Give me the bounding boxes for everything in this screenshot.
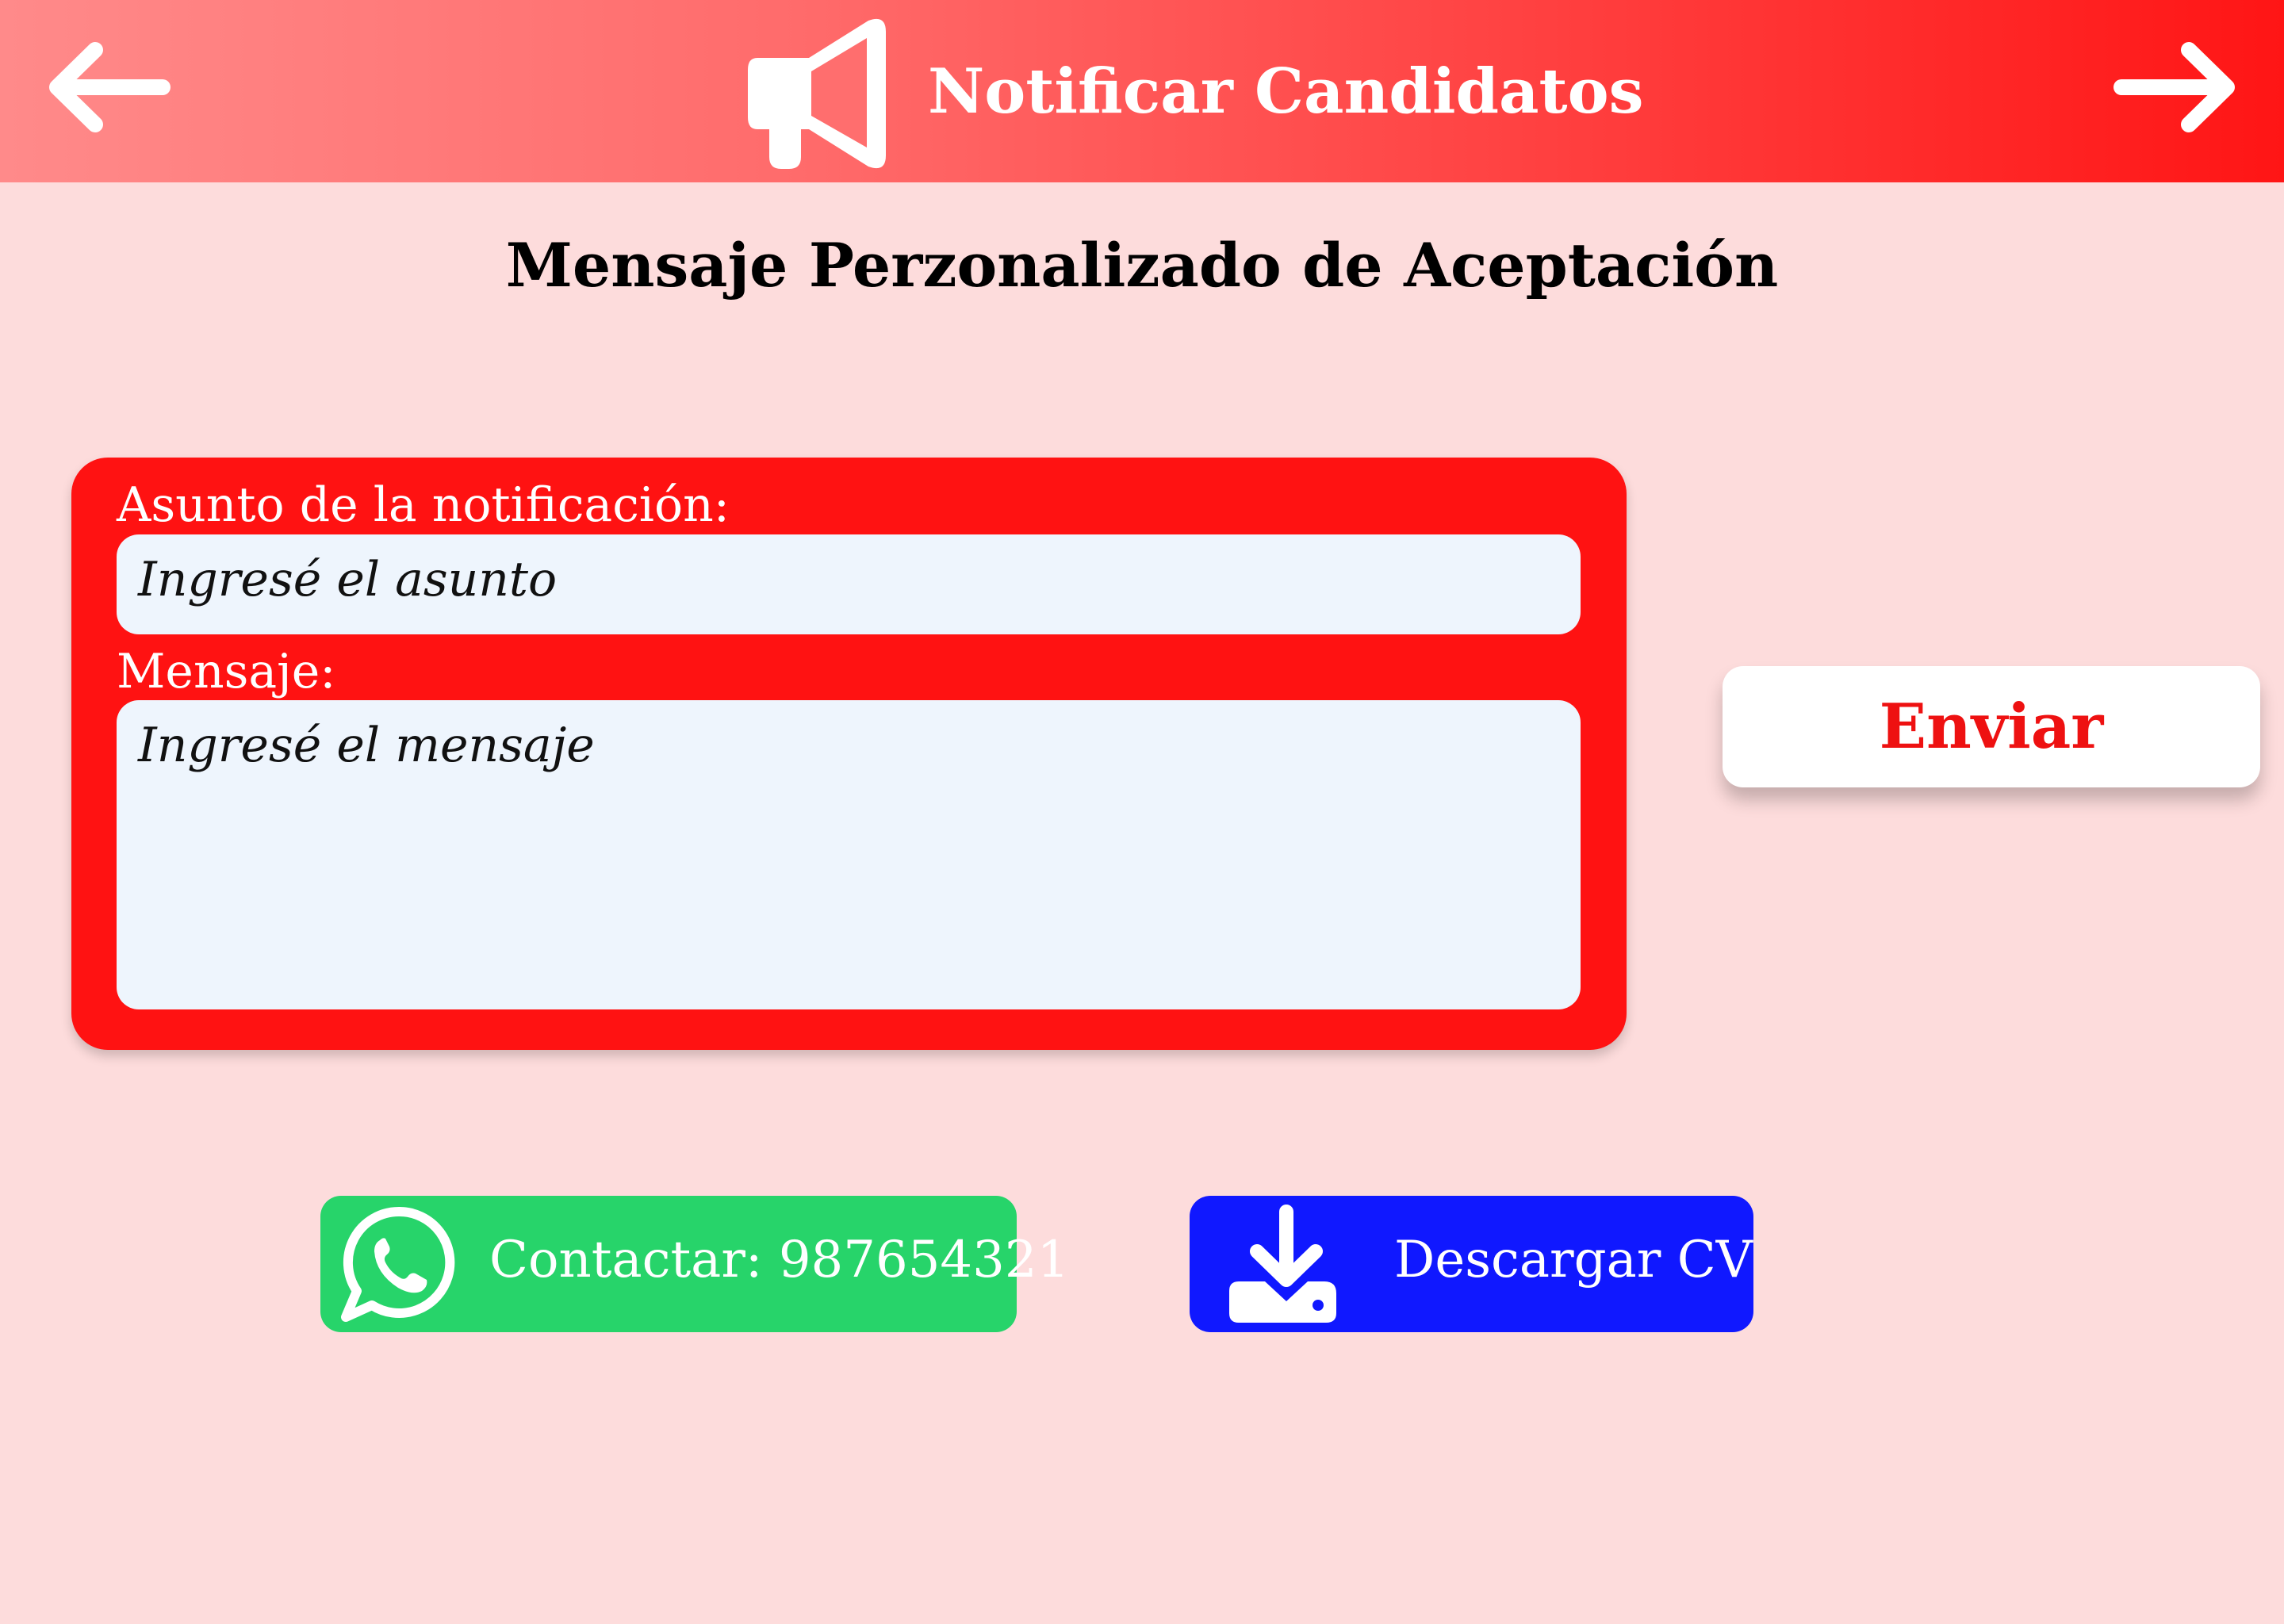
download-button-label: Descargar CV bbox=[1394, 1231, 1753, 1289]
forward-button[interactable] bbox=[2106, 24, 2248, 151]
subject-placeholder: Ingresé el asunto bbox=[138, 552, 558, 607]
megaphone-icon bbox=[748, 18, 886, 169]
contact-button-label: Contactar: 987654321 bbox=[489, 1231, 1070, 1289]
subject-label: Asunto de la notificación: bbox=[117, 477, 730, 533]
subject-input[interactable]: Ingresé el asunto bbox=[117, 534, 1581, 634]
back-button[interactable] bbox=[36, 24, 178, 151]
message-placeholder: Ingresé el mensaje bbox=[138, 718, 595, 773]
header-title: Notificar Candidatos bbox=[928, 55, 1644, 128]
whatsapp-contact-button[interactable]: Contactar: 987654321 bbox=[320, 1196, 1069, 1332]
arrow-right-icon bbox=[2113, 42, 2235, 132]
download-cv-button[interactable]: Descargar CV bbox=[1190, 1196, 1753, 1332]
message-textarea[interactable]: Ingresé el mensaje bbox=[117, 700, 1581, 1009]
notification-form-card: Asunto de la notificación: Ingresé el as… bbox=[71, 458, 1627, 1050]
app-header: Notificar Candidatos bbox=[0, 0, 2284, 182]
send-button[interactable]: Enviar bbox=[1723, 666, 2260, 787]
download-icon bbox=[1229, 1205, 1336, 1323]
arrow-left-icon bbox=[49, 42, 171, 132]
page-title: Mensaje Perzonalizado de Aceptación bbox=[505, 230, 1779, 301]
whatsapp-icon bbox=[341, 1206, 455, 1322]
message-label: Mensaje: bbox=[117, 644, 336, 699]
header-title-group: Notificar Candidatos bbox=[742, 12, 1644, 170]
